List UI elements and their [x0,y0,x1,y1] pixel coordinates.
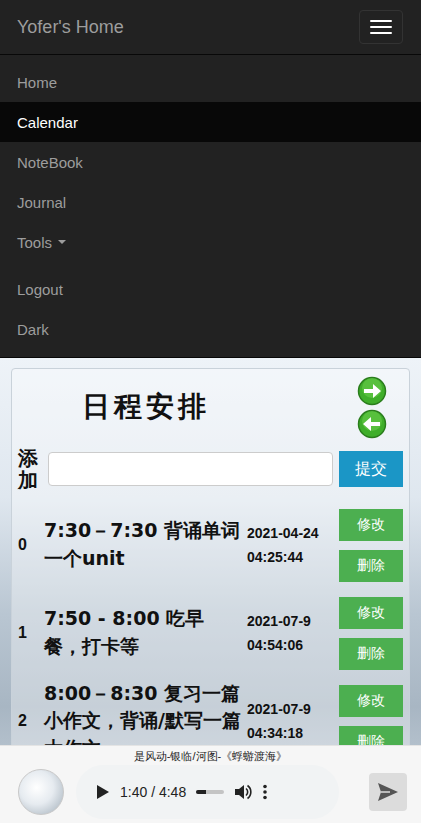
volume-button[interactable] [234,784,252,800]
arrow-left-icon [357,409,387,439]
row-date: 2021-04-24 [247,525,333,541]
schedule-title: 日程安排 [82,388,210,426]
hamburger-icon [370,20,392,22]
delete-button[interactable]: 删除 [339,550,403,582]
edit-button[interactable]: 修改 [339,685,403,717]
row-timestamp: 2021-04-24 04:25:44 [247,525,333,565]
audio-control: 1:40 / 4:48 [76,765,339,819]
caret-icon [58,240,66,244]
progress-fill [196,790,206,794]
album-disc [18,769,64,815]
row-timestamp: 2021-07-9 04:34:18 [247,701,333,741]
navbar: Yofer's Home HomeCalendarNoteBookJournalT… [0,0,421,358]
menu-item[interactable]: Logout [0,269,421,309]
row-actions: 修改删除 [339,509,403,582]
navbar-header: Yofer's Home [0,0,421,55]
brand[interactable]: Yofer's Home [17,17,124,38]
menu-item[interactable]: Home [0,62,421,102]
edit-button[interactable]: 修改 [339,509,403,541]
time-display: 1:40 / 4:48 [120,784,186,800]
hamburger-icon [370,26,392,28]
menu-item[interactable]: NoteBook [0,142,421,182]
menu-item[interactable]: Journal [0,182,421,222]
menu-toggle[interactable] [359,10,403,44]
menu-group: HomeCalendarNoteBookJournalTools [0,62,421,262]
menu-group: LogoutDark [0,269,421,349]
edit-button[interactable]: 修改 [339,597,403,629]
submit-button[interactable]: 提交 [339,451,403,487]
menu-item[interactable]: Tools [0,222,421,262]
prev-button[interactable] [357,409,387,439]
volume-icon [234,784,252,800]
row-index: 1 [16,624,38,642]
menu-item[interactable]: Calendar [0,102,421,142]
title-row: 日程安排 [16,373,403,441]
add-row: 添加 提交 [16,447,403,491]
music-player: 是风动-银临/河图-《蜉蝣渡海》 1:40 / 4:48 [0,745,421,823]
row-time: 04:54:06 [247,637,333,653]
player-row: 1:40 / 4:48 [0,765,421,819]
progress-track[interactable] [196,790,224,794]
send-icon [377,782,399,802]
add-input[interactable] [48,452,333,486]
play-icon [96,784,110,800]
row-actions: 修改删除 [339,597,403,670]
send-button[interactable] [369,773,407,811]
more-icon [262,784,268,800]
delete-button[interactable]: 删除 [339,638,403,670]
add-label: 添加 [18,447,38,491]
row-timestamp: 2021-07-9 04:54:06 [247,613,333,653]
app: Yofer's Home HomeCalendarNoteBookJournalT… [0,0,421,823]
more-button[interactable] [262,784,268,800]
schedule-row: 1 7:50 - 8:00 吃早餐，打卡等 2021-07-9 04:54:06 修改删… [16,589,403,677]
row-date: 2021-07-9 [247,701,333,717]
hamburger-icon [370,32,392,34]
schedule-row: 0 7:30－7:30 背诵单词一个unit 2021-04-24 04:25:44 修… [16,501,403,589]
row-index: 2 [16,712,38,730]
row-time: 04:25:44 [247,549,333,565]
song-title: 是风动-银临/河图-《蜉蝣渡海》 [0,749,421,764]
row-date: 2021-07-9 [247,613,333,629]
next-button[interactable] [357,376,387,406]
arrow-right-icon [357,376,387,406]
row-text: 7:30－7:30 背诵单词一个unit [44,517,241,572]
arrow-stack [357,376,387,439]
row-text: 7:50 - 8:00 吃早餐，打卡等 [44,605,241,660]
play-button[interactable] [96,784,110,800]
schedule-card: 日程安排添加提交07:30－7:30 背诵单词一个unit2021-04-240… [11,368,410,766]
row-index: 0 [16,536,38,554]
nav-menu: HomeCalendarNoteBookJournalToolsLogoutDa… [0,55,421,357]
row-time: 04:34:18 [247,725,333,741]
menu-item[interactable]: Dark [0,309,421,349]
schedule-list: 0 7:30－7:30 背诵单词一个unit 2021-04-24 04:25:44 修… [16,501,403,765]
